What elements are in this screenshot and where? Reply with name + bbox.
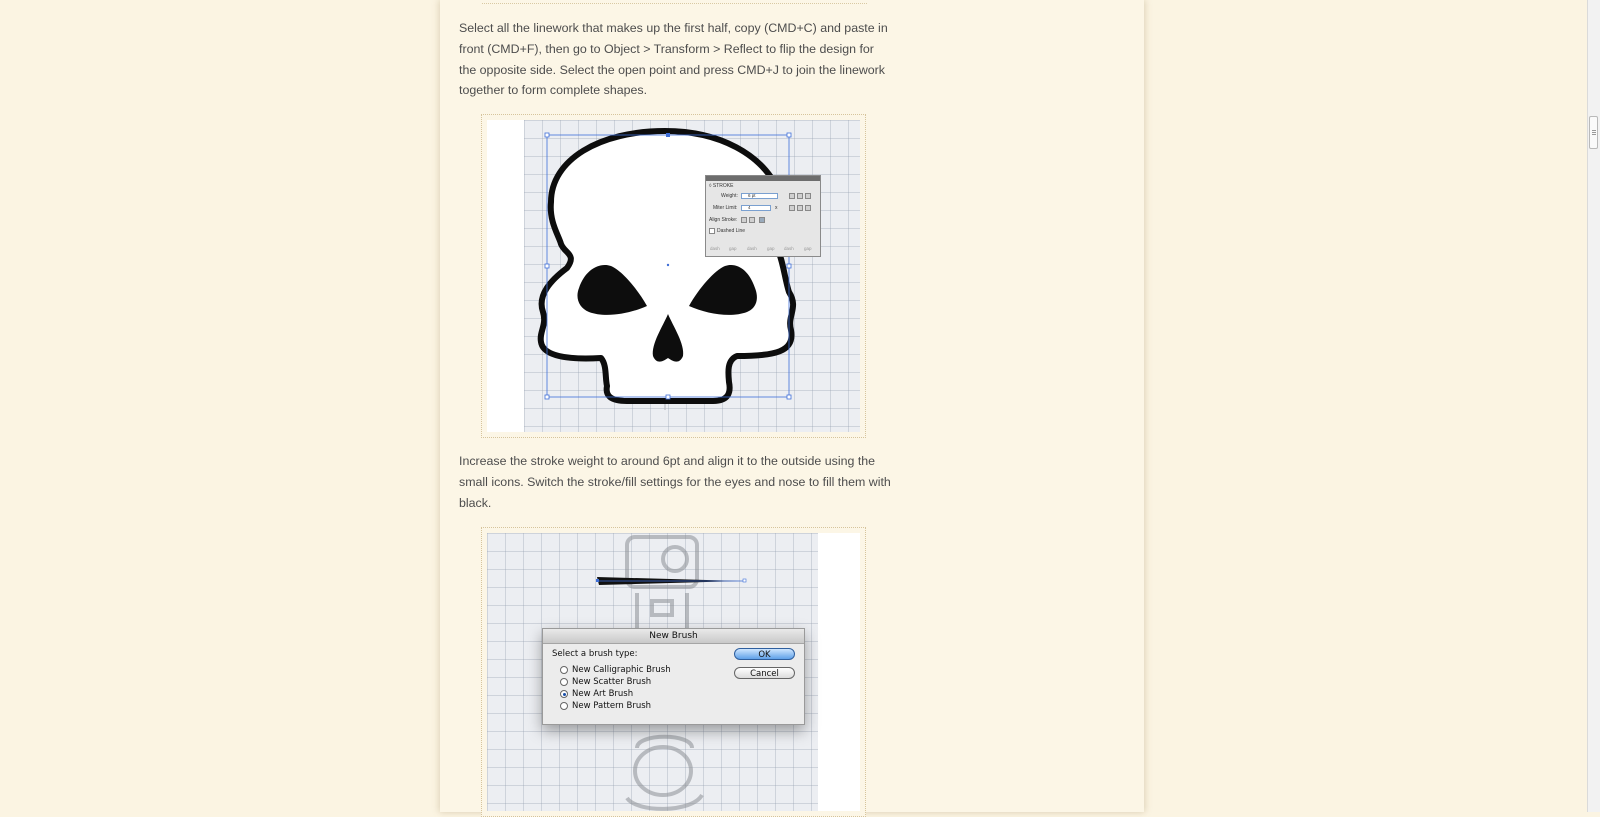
align-outside-button[interactable] [759, 217, 765, 223]
dashed-line-checkbox[interactable] [709, 228, 715, 234]
option-pattern-brush[interactable]: New Pattern Brush [560, 701, 651, 711]
align-stroke-label: Align Stroke: [709, 217, 738, 223]
cancel-button[interactable]: Cancel [734, 667, 795, 679]
radio-pattern[interactable] [560, 702, 568, 710]
gap-label-2: gap [767, 246, 775, 251]
scrollbar-thumb[interactable] [1589, 116, 1598, 149]
gap-label-3: gap [804, 246, 812, 251]
dash-label-2: dash [747, 246, 757, 251]
ok-button[interactable]: OK [734, 648, 795, 660]
stroke-panel-titlebar[interactable] [706, 176, 820, 181]
option-calligraphic-brush[interactable]: New Calligraphic Brush [560, 665, 671, 675]
join-bevel-button[interactable] [805, 205, 811, 211]
gap-label-1: gap [729, 246, 737, 251]
figure-new-brush: New Brush Select a brush type: New Calli… [481, 527, 866, 817]
align-center-button[interactable] [741, 217, 747, 223]
brush-type-prompt: Select a brush type: [552, 649, 638, 659]
dialog-title: New Brush [543, 629, 804, 644]
paragraph-stroke: Increase the stroke weight to around 6pt… [459, 454, 891, 510]
option-scatter-brush[interactable]: New Scatter Brush [560, 677, 651, 687]
radio-calligraphic[interactable] [560, 666, 568, 674]
join-round-button[interactable] [797, 205, 803, 211]
join-miter-button[interactable] [789, 205, 795, 211]
dashed-line-label: Dashed Line [717, 228, 746, 234]
cap-square-button[interactable] [805, 193, 811, 199]
figure-new-brush-image: New Brush Select a brush type: New Calli… [487, 533, 860, 811]
cap-round-button[interactable] [797, 193, 803, 199]
radio-art-selected[interactable] [560, 690, 568, 698]
cap-butt-button[interactable] [789, 193, 795, 199]
scroll-grip-line [1592, 130, 1596, 131]
paragraph-reflect: Select all the linework that makes up th… [459, 21, 888, 98]
weight-field[interactable]: 6 pt [741, 193, 778, 199]
skull-illustration [537, 128, 796, 410]
weight-label: Weight: [721, 193, 738, 199]
vertical-scrollbar[interactable] [1587, 0, 1600, 812]
dash-label-3: dash [784, 246, 794, 251]
stroke-panel: ◊ STROKE Weight: 6 pt Miter Limit: 4 x A… [705, 175, 821, 257]
dash-label-1: dash [710, 246, 720, 251]
previous-image-frame-edge [482, 0, 867, 4]
figure-skull-stroke-image: ◊ STROKE Weight: 6 pt Miter Limit: 4 x A… [487, 120, 860, 432]
stroke-panel-tab[interactable]: ◊ STROKE [709, 183, 733, 189]
figure-skull-stroke: ◊ STROKE Weight: 6 pt Miter Limit: 4 x A… [481, 114, 866, 438]
align-inside-button[interactable] [749, 217, 755, 223]
miter-label: Miter Limit: [713, 205, 738, 211]
radio-scatter[interactable] [560, 678, 568, 686]
new-brush-dialog: New Brush Select a brush type: New Calli… [542, 628, 805, 725]
miter-unit: x [775, 205, 778, 211]
miter-field[interactable]: 4 [741, 205, 771, 211]
scroll-grip-line [1592, 132, 1596, 133]
scroll-grip-line [1592, 134, 1596, 135]
option-art-brush[interactable]: New Art Brush [560, 689, 633, 699]
